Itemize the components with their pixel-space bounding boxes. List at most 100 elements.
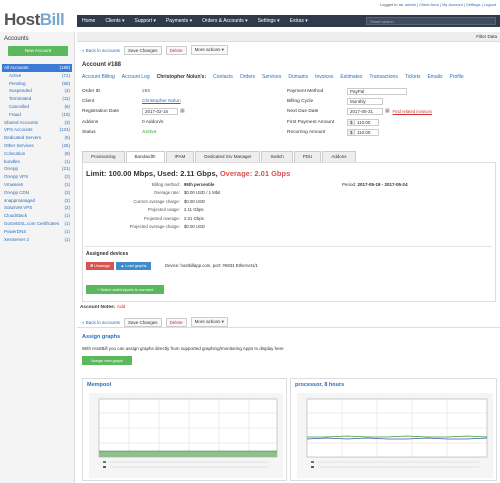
load-graphs-button[interactable]: ▲ Load graphs: [116, 262, 151, 270]
nav-home[interactable]: Home: [77, 18, 100, 24]
sidebar-item[interactable]: Cancelled (6): [2, 103, 72, 111]
logout-link[interactable]: Logout: [484, 2, 496, 7]
sidebar-item[interactable]: OnApp VPS (2): [2, 173, 72, 181]
module-tab[interactable]: IPAM: [165, 151, 195, 162]
sidebar-item[interactable]: GoGetSSL.com Certificates (1): [2, 220, 72, 228]
new-account-button[interactable]: New Account: [8, 46, 68, 56]
first-payment-input[interactable]: 110.00: [354, 118, 379, 126]
nav-clients[interactable]: Clients ▾: [100, 18, 129, 24]
sidebar-item-count: (1): [64, 213, 71, 219]
module-tab[interactable]: Addons: [322, 151, 356, 162]
more-actions-button[interactable]: More actions ▾: [190, 317, 228, 327]
nav-settings[interactable]: Settings ▾: [253, 18, 285, 24]
sidebar-item-count: (1): [64, 158, 71, 164]
nav-support[interactable]: Support ▾: [130, 18, 161, 24]
smart-search-input[interactable]: Smart search: [366, 17, 496, 25]
back-to-accounts-link[interactable]: « Back to accounts: [82, 48, 120, 53]
save-changes-button[interactable]: Save Changes: [124, 45, 162, 55]
account-tab[interactable]: Emails: [427, 74, 442, 80]
account-tab[interactable]: Estimates: [340, 74, 362, 80]
billing-cycle-select[interactable]: Monthly: [347, 97, 383, 105]
client-link[interactable]: Christopher Nolun: [142, 99, 181, 104]
module-tab[interactable]: PDU: [293, 151, 322, 162]
sidebar-item-count: (124): [59, 127, 70, 133]
add-note-link[interactable]: Add: [117, 305, 126, 310]
order-id-label: Order ID: [82, 88, 101, 94]
sidebar-item[interactable]: Vmware6 (1): [2, 181, 72, 189]
delete-button[interactable]: Delete: [165, 317, 187, 327]
account-tab[interactable]: Profile: [449, 74, 463, 80]
assign-new-graph-button[interactable]: Assign new graph: [82, 356, 132, 365]
unassign-button[interactable]: ✖ Unassign: [86, 262, 114, 270]
assign-graphs-title: Assign graphs: [82, 334, 121, 340]
sidebar-item[interactable]: VPS Accounts (124): [2, 126, 72, 134]
more-actions-button[interactable]: More actions ▾: [190, 45, 228, 55]
sidebar-item[interactable]: Dedicated Servers (5): [2, 134, 72, 142]
main-nav: Home Clients ▾ Support ▾ Payments ▾ Orde…: [77, 15, 500, 27]
sidebar-item[interactable]: snappmanaged (2): [2, 197, 72, 205]
sidebar-item[interactable]: Fraud (19): [2, 111, 72, 119]
find-related-invoices-link[interactable]: Find related invoices: [393, 109, 432, 114]
client-area-link[interactable]: Client Area: [419, 2, 439, 7]
sidebar-item[interactable]: OnApp (21): [2, 165, 72, 173]
module-tab[interactable]: Switch: [261, 151, 293, 162]
sidebar-item[interactable]: All Accounts (189): [2, 64, 72, 72]
status-label: Status: [82, 129, 96, 135]
sidebar-item[interactable]: bundles (1): [2, 158, 72, 166]
my-account-link[interactable]: My Account: [442, 2, 463, 7]
sidebar-item[interactable]: Terminated (11): [2, 95, 72, 103]
sidebar-item-label: All Accounts: [4, 65, 29, 70]
account-tab[interactable]: Orders: [240, 74, 255, 80]
sidebar-item[interactable]: XenServer 2 (1): [2, 236, 72, 244]
calendar-icon[interactable]: ▦: [180, 109, 185, 114]
save-changes-button[interactable]: Save Changes: [124, 317, 162, 327]
sidebar-item[interactable]: Pending (68): [2, 80, 72, 88]
account-tab[interactable]: Invoices: [315, 74, 333, 80]
account-tab[interactable]: Account Billing: [82, 74, 115, 80]
sidebar-item-count: (21): [61, 166, 70, 172]
nav-payments[interactable]: Payments ▾: [161, 18, 197, 24]
delete-button[interactable]: Delete: [165, 45, 187, 55]
payment-method-select[interactable]: PayPal: [347, 87, 407, 95]
account-tab[interactable]: Services: [262, 74, 281, 80]
sidebar-item[interactable]: PowerDNS (1): [2, 228, 72, 236]
sidebar-item[interactable]: Suspended (4): [2, 87, 72, 95]
user-link[interactable]: admin: [405, 2, 416, 7]
account-tab[interactable]: Tickets: [405, 74, 421, 80]
hostbill-logo[interactable]: HostBill: [4, 10, 65, 30]
sidebar-item[interactable]: Other Services (26): [2, 142, 72, 150]
next-due-date-input[interactable]: 2017-05-31: [347, 108, 383, 116]
recurring-amount-input[interactable]: 110.00: [354, 128, 379, 136]
nav-orders-accounts[interactable]: Orders & Accounts ▾: [197, 18, 253, 24]
select-switch-ports-button[interactable]: + Select switch/ports to connect: [86, 285, 164, 294]
order-id-link[interactable]: 255: [142, 89, 150, 94]
sidebar-item-count: (19): [61, 111, 70, 117]
account-tab[interactable]: Account Log: [122, 74, 150, 80]
module-tab[interactable]: Provisioning: [82, 151, 125, 162]
settings-link[interactable]: Settings: [466, 2, 480, 7]
account-tabs: Account Billing Account Log Christopher No…: [82, 74, 464, 80]
account-tab[interactable]: Domains: [288, 74, 308, 80]
sidebar-item[interactable]: Shared Accounts (3): [2, 119, 72, 127]
account-tab[interactable]: Transactions: [369, 74, 397, 80]
sidebar-item[interactable]: SolusVM VPS (2): [2, 204, 72, 212]
account-tab: Christopher Nolun's:: [156, 74, 207, 80]
sidebar-item[interactable]: CloudStack (1): [2, 212, 72, 220]
sidebar-item[interactable]: Active (71): [2, 72, 72, 80]
account-links: Logged in as: admin | Client Area | My A…: [379, 2, 496, 7]
sidebar-item-label: Shared Accounts: [4, 119, 39, 125]
stat-value: $0.00 USD / 1 Mbit: [184, 190, 221, 196]
registration-date-input[interactable]: 2017-02-16: [142, 108, 178, 116]
toolbar-bottom: « Back to accounts Save Changes Delete M…: [82, 317, 228, 327]
back-to-accounts-link[interactable]: « Back to accounts: [82, 320, 120, 325]
calendar-icon[interactable]: ▦: [385, 109, 390, 114]
filter-data-button[interactable]: Filter Data: [476, 34, 497, 39]
sidebar-item[interactable]: Colocation (8): [2, 150, 72, 158]
module-tab[interactable]: Dedicated Srv Manager: [195, 151, 261, 162]
content-header: [77, 32, 500, 42]
module-tab[interactable]: Bandwidth: [125, 151, 165, 162]
status-badge[interactable]: Active: [142, 130, 156, 135]
sidebar-item[interactable]: OnApp CDN (2): [2, 189, 72, 197]
nav-extras[interactable]: Extras ▾: [285, 18, 313, 24]
account-tab[interactable]: Contacts: [213, 74, 233, 80]
